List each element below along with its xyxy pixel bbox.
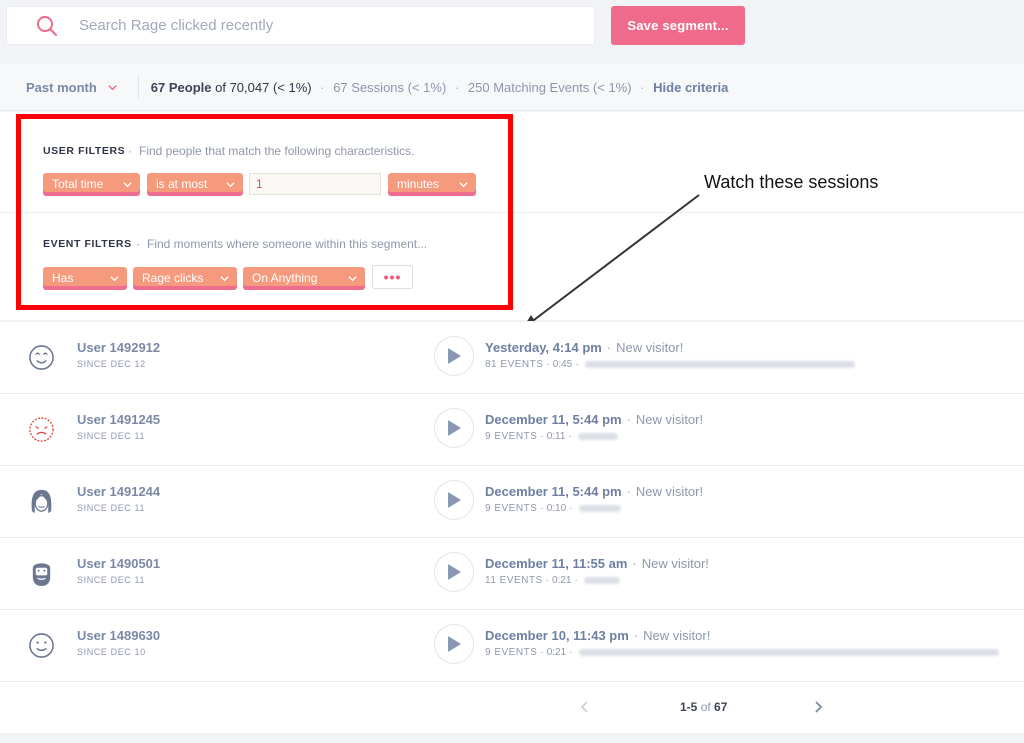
session-date-link[interactable]: December 11, 5:44 pm: [485, 412, 622, 427]
hide-criteria-link[interactable]: Hide criteria: [653, 80, 728, 95]
visitor-status: New visitor!: [635, 412, 704, 427]
session-row[interactable]: User 1492912 SINCE DEC 12 Yesterday, 4:1…: [0, 321, 1024, 393]
session-date-link[interactable]: December 11, 5:44 pm: [485, 484, 622, 499]
bearded-face-icon: [32, 563, 51, 587]
period-label: Past month: [26, 79, 97, 95]
session-row[interactable]: User 1489630 SINCE DEC 10 December 10, 1…: [0, 609, 1024, 681]
redacted-url: [578, 649, 999, 656]
user-since: SINCE DEC 11: [77, 575, 146, 585]
session-date-link[interactable]: December 10, 11:43 pm: [485, 628, 629, 643]
red-face-icon: [29, 417, 54, 442]
search-input[interactable]: [79, 17, 559, 34]
session-time: December 11, 5:44 pm · New visitor!: [485, 484, 704, 499]
session-date-link[interactable]: Yesterday, 4:14 pm: [485, 340, 602, 355]
criteria-bar: Past month 67 People of 70,047 (< 1%) · …: [0, 64, 1024, 111]
play-icon: [448, 348, 461, 364]
search-box[interactable]: [6, 6, 595, 45]
highlight-box: [16, 114, 513, 310]
chevron-down-icon: [108, 84, 117, 90]
session-meta: 9 EVENTS · 0:11 ·: [485, 431, 618, 442]
session-time: December 10, 11:43 pm · New visitor!: [485, 628, 711, 643]
user-link[interactable]: User 1490501: [77, 556, 160, 571]
page-range: 1-5 of 67: [680, 700, 728, 714]
user-since: SINCE DEC 10: [77, 647, 146, 657]
play-icon: [448, 492, 461, 508]
search-icon: [37, 15, 57, 36]
smile-face-icon: [29, 345, 54, 370]
session-row[interactable]: User 1491245 SINCE DEC 11 December 11, 5…: [0, 393, 1024, 465]
visitor-status: New visitor!: [643, 628, 711, 643]
divider: [137, 76, 139, 98]
session-meta: 9 EVENTS · 0:21 ·: [485, 647, 999, 658]
user-link[interactable]: User 1491244: [77, 484, 160, 499]
session-meta: 11 EVENTS · 0:21 ·: [485, 575, 620, 586]
session-date-link[interactable]: December 11, 11:55 am: [485, 556, 627, 571]
chevron-right-icon[interactable]: [811, 700, 825, 714]
pagination: 1-5 of 67: [0, 681, 1024, 733]
visitor-status: New visitor!: [641, 556, 709, 571]
session-time: Yesterday, 4:14 pm · New visitor!: [485, 340, 684, 355]
session-meta: 81 EVENTS · 0:45 ·: [485, 359, 855, 370]
session-row[interactable]: User 1491244 SINCE DEC 11 December 11, 5…: [0, 465, 1024, 537]
period-dropdown[interactable]: Past month: [26, 80, 118, 95]
redacted-url: [584, 361, 855, 368]
redacted-url: [577, 433, 618, 440]
visitor-status: New visitor!: [616, 340, 684, 355]
sessions-count: 67 Sessions (< 1%): [333, 79, 447, 95]
long-hair-face-icon: [31, 489, 52, 514]
user-link[interactable]: User 1491245: [77, 412, 160, 427]
events-count: 250 Matching Events (< 1%): [467, 79, 632, 95]
criteria-summary: 67 People of 70,047 (< 1%) · 67 Sessions…: [150, 79, 729, 95]
user-since: SINCE DEC 11: [77, 503, 146, 513]
user-since: SINCE DEC 12: [77, 359, 146, 369]
session-row[interactable]: User 1490501 SINCE DEC 11 December 11, 1…: [0, 537, 1024, 609]
play-icon: [448, 564, 461, 580]
session-list: User 1492912 SINCE DEC 12 Yesterday, 4:1…: [0, 321, 1024, 681]
user-link[interactable]: User 1489630: [77, 628, 160, 643]
play-icon: [448, 420, 461, 436]
annotation-text: Watch these sessions: [704, 172, 879, 192]
redacted-url: [578, 505, 621, 512]
chevron-left-icon[interactable]: [578, 700, 592, 714]
people-of: of 70,047 (< 1%): [215, 79, 312, 95]
redacted-url: [583, 577, 620, 584]
session-meta: 9 EVENTS · 0:10 ·: [485, 503, 621, 514]
people-count: 67 People: [150, 79, 212, 95]
save-segment-button[interactable]: Save segment...: [611, 6, 745, 45]
user-link[interactable]: User 1492912: [77, 340, 160, 355]
smile-face-icon: [29, 633, 54, 658]
play-button[interactable]: [434, 408, 474, 448]
play-button[interactable]: [434, 624, 474, 664]
play-icon: [448, 636, 461, 652]
user-since: SINCE DEC 11: [77, 431, 146, 441]
visitor-status: New visitor!: [635, 484, 704, 499]
session-time: December 11, 11:55 am · New visitor!: [485, 556, 709, 571]
play-button[interactable]: [434, 552, 474, 592]
play-button[interactable]: [434, 480, 474, 520]
session-time: December 11, 5:44 pm · New visitor!: [485, 412, 704, 427]
play-button[interactable]: [434, 336, 474, 376]
